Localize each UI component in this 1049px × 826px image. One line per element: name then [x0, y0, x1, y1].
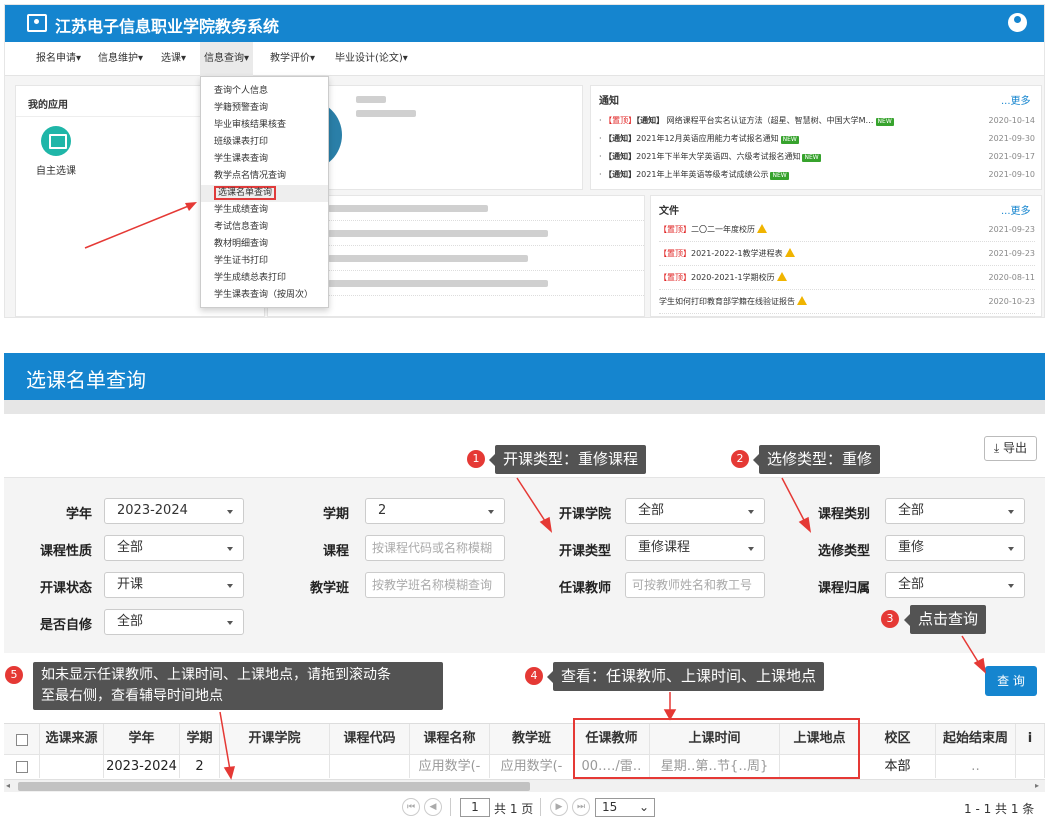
col-header[interactable]: 校区: [860, 724, 936, 754]
callout-number-4: 4: [525, 667, 543, 685]
label-course-category: 课程类别: [817, 507, 870, 522]
col-header[interactable]: 教学班: [490, 724, 574, 754]
callout-click-query: 点击查询: [903, 605, 987, 634]
page-number-input[interactable]: 1: [460, 798, 490, 817]
label-offering-college: 开课学院: [558, 507, 611, 522]
label-course-nature: 课程性质: [39, 544, 92, 559]
page-banner: 选课名单查询: [4, 353, 1045, 400]
label-course-belong: 课程归属: [817, 581, 870, 596]
callout-view-columns: 查看：任课教师、上课时间、上课地点: [546, 662, 825, 691]
select-all-cell: [4, 724, 40, 754]
row-select-cell: [4, 754, 40, 778]
portal-screenshot: 江苏电子信息职业学院教务系统 报名申请▾ 信息维护▾ 选课▾ 信息查询▾ 教学评…: [4, 4, 1045, 318]
table-cell: 2: [180, 754, 220, 778]
last-page-icon[interactable]: ⏭: [572, 798, 590, 816]
page-size-select[interactable]: 15 ⌄: [595, 798, 655, 817]
roster-table: 选课来源 学年 学期 开课学院 课程代码 课程名称 教学班 任课教师 上课时间 …: [4, 723, 1045, 779]
chevron-down-icon: ⌄: [638, 800, 649, 814]
first-page-icon[interactable]: ⏮: [402, 798, 420, 816]
label-offering-status: 开课状态: [39, 581, 92, 596]
select-all-checkbox[interactable]: [16, 734, 28, 746]
offering-college-select[interactable]: 全部: [625, 498, 765, 524]
offering-type-select[interactable]: 重修课程: [625, 535, 765, 561]
table-cell: [330, 754, 410, 778]
self-study-select[interactable]: 全部: [104, 609, 244, 635]
label-elective-type: 选修类型: [817, 544, 870, 559]
page-root: 江苏电子信息职业学院教务系统 报名申请▾ 信息维护▾ 选课▾ 信息查询▾ 教学评…: [0, 0, 1049, 826]
label-course: 课程: [322, 544, 349, 559]
callout-number-1: 1: [467, 450, 485, 468]
label-year: 学年: [65, 507, 92, 522]
arrow-annotation-top: [84, 202, 197, 249]
callout-scroll-hint: 如未显示任课教师、上课时间、上课地点，请拖到滚动条 至最右侧，查看辅导时间地点: [33, 662, 443, 710]
record-summary: 1 - 1 共 1 条: [964, 802, 1035, 816]
table-cell: ‥: [936, 754, 1016, 778]
highlight-box-teacher-time-location: [573, 718, 860, 779]
label-self-study: 是否自修: [39, 618, 92, 633]
course-nature-select[interactable]: 全部: [104, 535, 244, 561]
course-input[interactable]: 按课程代码或名称模糊: [365, 535, 505, 561]
pagination: ⏮ ◀ 1 共 1 页 ▶ ⏭ 15 ⌄ 1 - 1 共 1 条: [4, 793, 1045, 823]
table-cell: 应用数学(-: [490, 754, 574, 778]
next-page-icon[interactable]: ▶: [550, 798, 568, 816]
callout-number-3: 3: [881, 610, 899, 628]
scroll-left-icon[interactable]: ◂: [6, 781, 10, 790]
export-button[interactable]: ⤓ 导出: [984, 436, 1037, 461]
total-pages: 共 1 页: [494, 802, 534, 816]
course-belong-select[interactable]: 全部: [885, 572, 1025, 598]
callout-number-2: 2: [731, 450, 749, 468]
table-cell: [1016, 754, 1045, 778]
label-offering-type: 开课类型: [558, 544, 611, 559]
divider: [540, 798, 541, 816]
callout-number-5: 5: [5, 666, 23, 684]
row-checkbox[interactable]: [16, 761, 28, 773]
teacher-input[interactable]: 可按教师姓名和教工号: [625, 572, 765, 598]
table-cell: 2023-2024: [104, 754, 180, 778]
export-icon: ⤓: [993, 441, 1004, 455]
query-button[interactable]: 查 询: [985, 666, 1037, 696]
callout-elective-type: 选修类型：重修: [752, 445, 881, 474]
table-cell: [220, 754, 330, 778]
col-header[interactable]: 开课学院: [220, 724, 330, 754]
year-select[interactable]: 2023-2024: [104, 498, 244, 524]
course-category-select[interactable]: 全部: [885, 498, 1025, 524]
col-header[interactable]: 课程代码: [330, 724, 410, 754]
scrollbar-thumb[interactable]: [18, 782, 530, 791]
horizontal-scrollbar[interactable]: ◂ ▸: [4, 779, 1045, 792]
prev-page-icon[interactable]: ◀: [424, 798, 442, 816]
col-header[interactable]: 学年: [104, 724, 180, 754]
offering-status-select[interactable]: 开课: [104, 572, 244, 598]
label-class: 教学班: [309, 581, 349, 596]
scroll-right-icon[interactable]: ▸: [1035, 781, 1039, 790]
col-header[interactable]: 起始结束周: [936, 724, 1016, 754]
callout-course-type: 开课类型：重修课程: [488, 445, 647, 474]
divider: [450, 798, 451, 816]
col-header[interactable]: i: [1016, 724, 1045, 754]
class-input[interactable]: 按教学班名称模糊查询: [365, 572, 505, 598]
col-header[interactable]: 学期: [180, 724, 220, 754]
col-header[interactable]: 课程名称: [410, 724, 490, 754]
page-title: 选课名单查询: [26, 368, 146, 392]
table-cell: [40, 754, 104, 778]
label-term: 学期: [322, 507, 349, 522]
table-cell: 本部: [860, 754, 936, 778]
toolbar-strip: [4, 400, 1045, 414]
table-cell: 应用数学(-: [410, 754, 490, 778]
elective-type-select[interactable]: 重修: [885, 535, 1025, 561]
term-select[interactable]: 2: [365, 498, 505, 524]
col-header[interactable]: 选课来源: [40, 724, 104, 754]
label-teacher: 任课教师: [558, 581, 611, 596]
